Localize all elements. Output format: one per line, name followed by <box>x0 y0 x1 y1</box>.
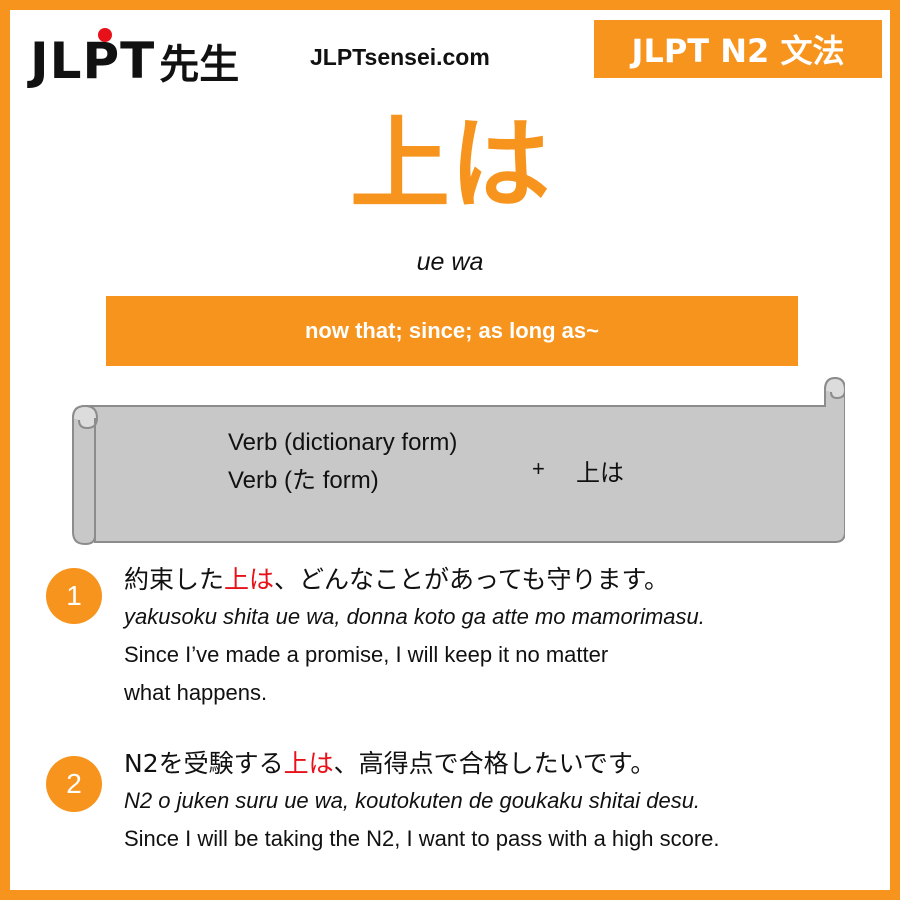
grammar-romaji: ue wa <box>416 248 484 276</box>
formula-target: 上は <box>576 459 624 487</box>
jlpt-sensei-logo[interactable]: JLPT 先生 <box>30 26 239 96</box>
example-1-japanese: 約束した上は、どんなことがあっても守ります。 <box>124 562 705 598</box>
grammar-title: 上は <box>350 106 550 223</box>
meaning-banner: now that; since; as long as~ <box>106 296 798 366</box>
logo-text: JLPT <box>30 32 156 90</box>
logo-sensei-text: 先生 <box>159 42 240 88</box>
formula-forms: Verb (dictionary form) Verb (た form) <box>228 424 457 500</box>
example-2-jp-after: 、高得点で合格したいです。 <box>333 749 656 778</box>
formula-line-dictionary: Verb (dictionary form) <box>228 429 458 456</box>
example-2-romaji: N2 o juken suru ue wa, koutokuten de gou… <box>124 788 701 813</box>
example-1-romaji: yakusoku shita ue wa, donna koto ga atte… <box>124 604 705 629</box>
example-1-jp-after: 、どんなことがあっても守ります。 <box>274 565 670 594</box>
logo-red-dot-icon <box>98 28 112 42</box>
example-2: N2を受験する上は、高得点で合格したいです。 N2 o juken suru u… <box>124 746 720 858</box>
grammar-card: JLPT 先生 JLPTsensei.com JLPT N2 文法 上は ue … <box>0 0 900 900</box>
level-badge: JLPT N2 文法 <box>594 20 882 78</box>
example-2-jp-highlight: 上は <box>283 749 334 778</box>
formula-plus: + <box>532 456 545 481</box>
example-1-jp-highlight: 上は <box>224 565 275 594</box>
example-1-english-line-2: what happens. <box>124 680 268 705</box>
site-url[interactable]: JLPTsensei.com <box>310 44 490 71</box>
example-1-jp-before: 約束した <box>124 565 225 594</box>
example-2-japanese: N2を受験する上は、高得点で合格したいです。 <box>124 746 720 782</box>
formula-line-ta: Verb (た form) <box>228 467 379 494</box>
example-number-2: 2 <box>46 756 102 812</box>
example-number-1: 1 <box>46 568 102 624</box>
example-1: 約束した上は、どんなことがあっても守ります。 yakusoku shita ue… <box>124 562 705 712</box>
example-1-english-line-1: Since I’ve made a promise, I will keep i… <box>124 642 609 667</box>
example-2-english: Since I will be taking the N2, I want to… <box>124 826 720 851</box>
example-2-jp-before: N2を受験する <box>124 749 284 778</box>
